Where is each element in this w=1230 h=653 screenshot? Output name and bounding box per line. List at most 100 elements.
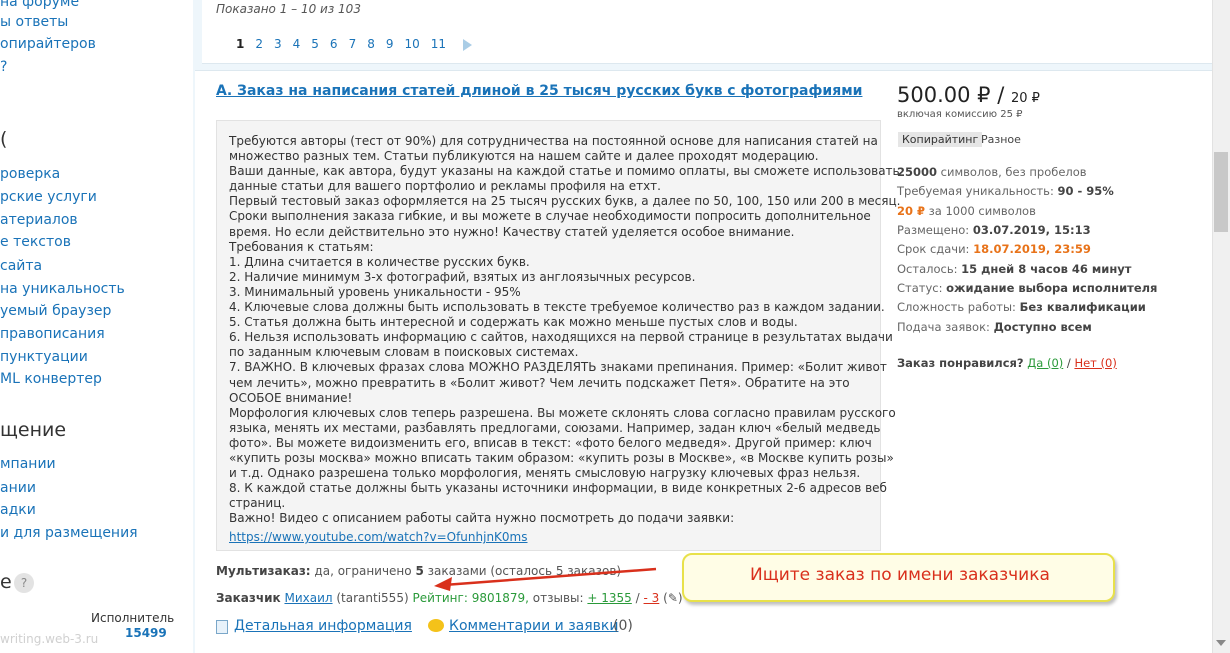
annotation-arrow-icon bbox=[434, 567, 657, 591]
description-line: Морфология ключевых слов теперь разрешен… bbox=[229, 405, 896, 420]
description-line: Требуются авторы (тест от 90%) для сотру… bbox=[229, 134, 878, 148]
description-line: 6. Нельзя использовать информацию с сайт… bbox=[229, 330, 893, 345]
description-line: множество разных тем. Статьи публикуются… bbox=[229, 149, 819, 164]
help-icon[interactable]: ? bbox=[14, 573, 34, 593]
sidebar-link-spelling[interactable]: правописания bbox=[0, 326, 105, 342]
subcategory-label[interactable]: Разное bbox=[981, 133, 1021, 146]
description-line: Важно! Видео с описанием работы сайта ну… bbox=[229, 511, 735, 526]
document-icon bbox=[216, 620, 228, 634]
description-line: чем лечить», можно превратить в «Болит ж… bbox=[229, 375, 850, 390]
comments-count: (0) bbox=[613, 618, 633, 634]
deadline-info: Срок сдачи: 18.07.2019, 23:59 bbox=[897, 242, 1091, 256]
description-line: 1. Длина считается в количестве русских … bbox=[229, 254, 530, 269]
description-line: страниц. bbox=[229, 496, 286, 511]
page-10[interactable]: 10 bbox=[404, 37, 419, 51]
pagination: 1 2 3 4 5 6 7 8 9 10 11 bbox=[236, 37, 473, 51]
sidebar-link-copywriters[interactable]: опирайтеров bbox=[0, 36, 96, 52]
category-badge[interactable]: Копирайтинг bbox=[898, 132, 983, 147]
executor-label: Исполнитель bbox=[91, 611, 175, 625]
annotation-text: Ищите заказ по имени заказчика bbox=[750, 565, 1050, 585]
description-line: 2. Наличие минимум 3-х фотографий, взяты… bbox=[229, 269, 696, 284]
sidebar-section-heading: щение bbox=[0, 419, 67, 441]
sidebar-link-forum[interactable]: на форуме bbox=[0, 0, 79, 10]
sidebar-section-heading: ( bbox=[0, 128, 8, 150]
description-line: Сроки выполнения заказа гибкие, и вы мож… bbox=[229, 209, 871, 224]
results-count: Показано 1 – 10 из 103 bbox=[216, 2, 361, 16]
description-line: Ваши данные, как автора, будут указаны н… bbox=[229, 164, 900, 179]
executor-count[interactable]: 15499 bbox=[125, 626, 167, 640]
page-2[interactable]: 2 bbox=[255, 37, 263, 51]
description-line: Требования к статьям: bbox=[229, 239, 374, 254]
page-6[interactable]: 6 bbox=[330, 37, 338, 51]
page-5[interactable]: 5 bbox=[311, 37, 319, 51]
sidebar-link-services[interactable]: рские услуги bbox=[0, 189, 97, 205]
description-line: «купить розы москва» можно вписать таким… bbox=[229, 450, 894, 465]
price-main: 500.00 ₽ / bbox=[897, 83, 1005, 107]
sidebar-link-html-converter[interactable]: ML конвертер bbox=[0, 371, 102, 387]
sidebar-section-heading: е bbox=[0, 571, 12, 593]
like-no-link[interactable]: Нет (0) bbox=[1074, 356, 1116, 370]
description-line: 4. Ключевые слова должны быть использова… bbox=[229, 300, 885, 315]
posted-info: Размещено: 03.07.2019, 15:13 bbox=[897, 223, 1091, 237]
page-4[interactable]: 4 bbox=[293, 37, 301, 51]
left-sidebar: на форуме ы ответы опирайтеров ? ( ровер… bbox=[0, 0, 193, 653]
sidebar-link-uniqueness[interactable]: на уникальность bbox=[0, 281, 125, 297]
customer-name-link[interactable]: Михаил bbox=[284, 591, 332, 605]
description-line: и т.д. Однако разрешена только морфологи… bbox=[229, 466, 861, 481]
sidebar-link-texts[interactable]: е текстов bbox=[0, 234, 71, 250]
sidebar-link-answers[interactable]: ы ответы bbox=[0, 14, 68, 30]
sidebar-link-check[interactable]: роверка bbox=[0, 166, 60, 182]
sidebar-link-placement[interactable]: и для размещения bbox=[0, 525, 138, 541]
uniqueness-info: Требуемая уникальность: 90 - 95% bbox=[897, 184, 1114, 198]
customer-info: Заказчик Михаил (taranti555) Рейтинг: 98… bbox=[216, 591, 683, 605]
vertical-scrollbar[interactable] bbox=[1212, 0, 1230, 653]
scroll-down-arrow-icon[interactable] bbox=[1216, 640, 1226, 646]
description-line: языка, менять их местами, разбавлять пре… bbox=[229, 420, 881, 435]
sidebar-link-company[interactable]: ании bbox=[0, 480, 36, 496]
next-page-arrow-icon[interactable] bbox=[463, 39, 473, 51]
sidebar-link-browser[interactable]: уемый браузер bbox=[0, 303, 111, 319]
rate-info: 20 ₽ за 1000 символов bbox=[897, 204, 1036, 218]
page-8[interactable]: 8 bbox=[367, 37, 375, 51]
order-liked: Заказ понравился? Да (0) / Нет (0) bbox=[897, 356, 1117, 370]
description-text: Требуются авторы (тест от 90%) для сотру… bbox=[229, 134, 901, 526]
pencil-icon[interactable]: ✎ bbox=[668, 591, 678, 605]
description-line: 5. Статья должна быть интересной и содер… bbox=[229, 315, 798, 330]
sidebar-link-companies[interactable]: мпании bbox=[0, 456, 56, 472]
sidebar-link-question[interactable]: ? bbox=[0, 59, 7, 75]
sidebar-link-site[interactable]: сайта bbox=[0, 258, 42, 274]
description-line: 7. ВАЖНО. В ключевых фразах слова МОЖНО … bbox=[229, 360, 887, 375]
negative-reviews-link[interactable]: - 3 bbox=[644, 591, 660, 605]
site-watermark: writing.web-3.ru bbox=[0, 632, 99, 646]
page-1: 1 bbox=[236, 37, 245, 51]
order-price: 500.00 ₽ / 20 ₽ bbox=[897, 83, 1040, 107]
remaining-info: Осталось: 15 дней 8 часов 46 минут bbox=[897, 262, 1132, 276]
order-description: Требуются авторы (тест от 90%) для сотру… bbox=[216, 120, 901, 551]
scrollbar-thumb[interactable] bbox=[1214, 152, 1228, 232]
description-line: по заданным ключевым словам в поисковых … bbox=[229, 345, 579, 360]
chars-info: 25000 символов, без пробелов bbox=[897, 165, 1087, 179]
positive-reviews-link[interactable]: + 1355 bbox=[587, 591, 631, 605]
price-per-unit: 20 ₽ bbox=[1010, 91, 1040, 106]
page-11[interactable]: 11 bbox=[431, 37, 446, 51]
description-line: Первый тестовый заказ оформляется на 25 … bbox=[229, 194, 901, 209]
description-line: данные статьи для вашего портфолио и рек… bbox=[229, 179, 661, 194]
page-3[interactable]: 3 bbox=[274, 37, 282, 51]
page-7[interactable]: 7 bbox=[349, 37, 357, 51]
sidebar-link-punctuation[interactable]: пунктуации bbox=[0, 349, 88, 365]
description-line: 8. К каждой статье должны быть указаны и… bbox=[229, 481, 887, 496]
comments-link[interactable]: Комментарии и заявки bbox=[449, 618, 618, 634]
details-link[interactable]: Детальная информация bbox=[234, 618, 412, 634]
sidebar-link-platforms[interactable]: адки bbox=[0, 502, 36, 518]
status-info: Статус: ожидание выбора исполнителя bbox=[897, 281, 1158, 295]
video-link[interactable]: https://www.youtube.com/watch?v=OfunhjnK… bbox=[229, 530, 528, 544]
comment-bubble-icon bbox=[428, 619, 444, 632]
sidebar-link-materials[interactable]: атериалов bbox=[0, 212, 78, 228]
order-title-link[interactable]: А. Заказ на написания статей длиной в 25… bbox=[216, 83, 862, 99]
commission-note: включая комиссию 25 ₽ bbox=[897, 109, 1023, 120]
description-line: время. Но если действительно это нужно! … bbox=[229, 224, 795, 239]
like-yes-link[interactable]: Да (0) bbox=[1027, 356, 1063, 370]
page-9[interactable]: 9 bbox=[386, 37, 394, 51]
description-line: 3. Минимальный уровень уникальности - 95… bbox=[229, 284, 521, 299]
apply-info: Подача заявок: Доступно всем bbox=[897, 320, 1092, 334]
